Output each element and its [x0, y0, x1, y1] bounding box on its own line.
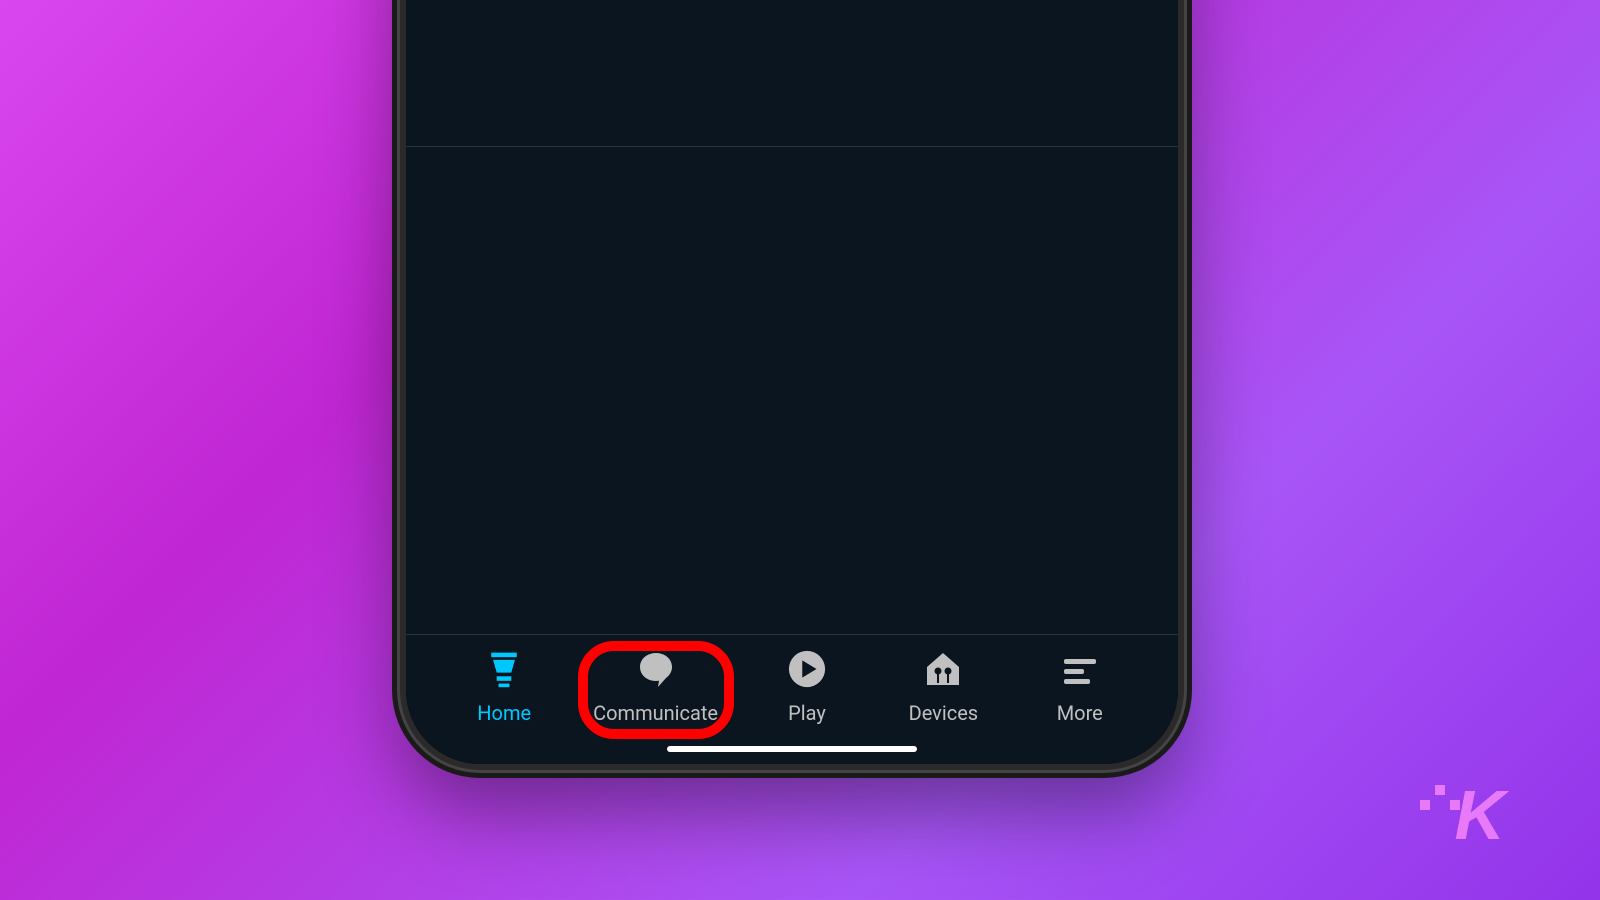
tab-play[interactable]: Play — [752, 649, 862, 725]
speech-bubble-icon — [636, 649, 676, 689]
tab-label-communicate: Communicate — [593, 701, 718, 725]
phone-frame: Home Communicate — [400, 0, 1184, 770]
tab-label-play: Play — [788, 701, 826, 725]
home-icon — [484, 649, 524, 689]
phone-screen: Home Communicate — [406, 0, 1178, 764]
tab-more[interactable]: More — [1025, 649, 1135, 725]
tab-devices[interactable]: Devices — [888, 649, 998, 725]
content-area — [406, 0, 1178, 634]
menu-lines-icon — [1060, 649, 1100, 689]
tab-communicate[interactable]: Communicate — [586, 649, 726, 725]
bottom-tab-bar: Home Communicate — [406, 634, 1178, 764]
house-devices-icon — [923, 649, 963, 689]
content-divider — [406, 146, 1178, 147]
tab-home[interactable]: Home — [449, 649, 559, 725]
home-indicator[interactable] — [667, 746, 917, 752]
tab-label-devices: Devices — [909, 701, 979, 725]
play-circle-icon — [787, 649, 827, 689]
tab-label-home: Home — [477, 701, 531, 725]
watermark-logo: K — [1454, 775, 1505, 855]
tab-label-more: More — [1057, 701, 1103, 725]
